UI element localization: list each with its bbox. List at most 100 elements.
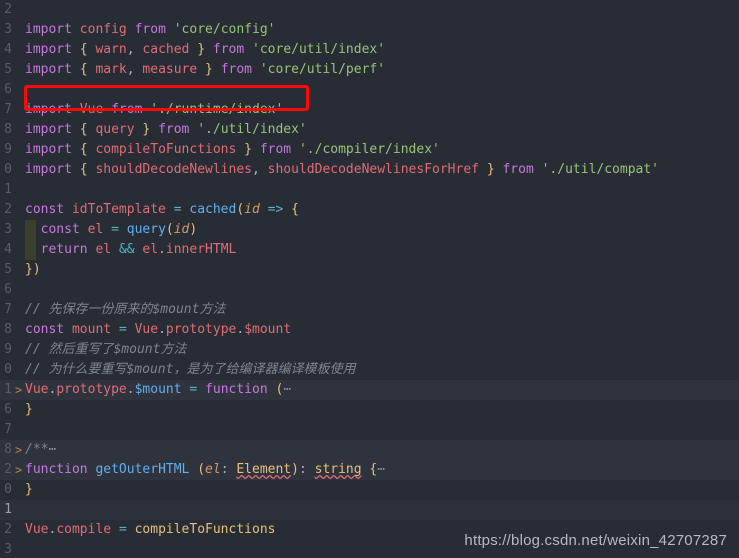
code-line[interactable]: 0} bbox=[0, 480, 739, 500]
code-line[interactable]: 4 return el && el.innerHTML bbox=[0, 240, 739, 260]
line-number: 1 bbox=[4, 382, 12, 397]
token: './compiler/index' bbox=[298, 142, 440, 157]
code-line[interactable]: 1 bbox=[0, 500, 739, 520]
token: el bbox=[87, 222, 104, 237]
code-text: return el && el.innerHTML bbox=[25, 240, 739, 260]
token: : bbox=[220, 462, 237, 477]
code-line[interactable]: 2 bbox=[0, 0, 739, 20]
line-number: 8 bbox=[4, 442, 12, 457]
token: import bbox=[25, 122, 72, 137]
token: shouldDecodeNewlines bbox=[95, 162, 252, 177]
token: import bbox=[25, 62, 72, 77]
code-editor-screenshot: 2 3 import config from 'core/config' 4 impor… bbox=[0, 0, 739, 558]
token: Vue bbox=[79, 102, 104, 117]
fold-chevron-icon[interactable]: > bbox=[15, 380, 25, 400]
line-number: 6 bbox=[4, 82, 12, 97]
token: './util/compat' bbox=[541, 162, 660, 177]
watermark-url: https://blog.csdn.net/weixin_42707287 bbox=[464, 532, 727, 549]
code-line[interactable]: 9 // 然后重写了$mount方法 bbox=[0, 340, 739, 360]
line-number: 9 bbox=[4, 342, 12, 357]
code-line[interactable]: 6 bbox=[0, 280, 739, 300]
token: . bbox=[158, 322, 166, 337]
token: query bbox=[95, 122, 135, 137]
token: from bbox=[259, 142, 292, 157]
code-line[interactable]: 6 bbox=[0, 80, 739, 100]
token: { bbox=[291, 202, 299, 217]
token: , bbox=[126, 62, 143, 77]
code-line[interactable]: 5 import { mark, measure } from 'core/uti… bbox=[0, 60, 739, 80]
line-number: 6 bbox=[4, 402, 12, 417]
token: import bbox=[25, 102, 72, 117]
token: && bbox=[118, 242, 135, 257]
token: warn bbox=[95, 42, 127, 57]
code-line[interactable]: 9 import { compileToFunctions } from './c… bbox=[0, 140, 739, 160]
fold-chevron-icon[interactable]: > bbox=[15, 460, 25, 480]
token: ⋯ bbox=[48, 442, 57, 457]
code-line[interactable]: 6} bbox=[0, 400, 739, 420]
code-line[interactable]: 8 >/**⋯ bbox=[0, 440, 739, 460]
token: './util/index' bbox=[197, 122, 307, 137]
code-line[interactable]: 3 import config from 'core/config' bbox=[0, 20, 739, 40]
code-line[interactable]: 4 import { warn, cached } from 'core/util… bbox=[0, 40, 739, 60]
line-number: 4 bbox=[4, 242, 12, 257]
token: : bbox=[298, 462, 315, 477]
editor-code-area[interactable]: 2 3 import config from 'core/config' 4 impor… bbox=[0, 0, 739, 558]
code-line[interactable]: 8 const mount = Vue.prototype.$mount bbox=[0, 320, 739, 340]
line-number: 0 bbox=[4, 162, 12, 177]
token: measure bbox=[142, 62, 198, 77]
code-text: Vue.prototype.$mount = function (⋯ bbox=[25, 380, 739, 400]
code-line[interactable]: 1 > Vue.prototype.$mount = function (⋯ bbox=[0, 380, 739, 400]
token: 'core/config' bbox=[173, 22, 276, 37]
token: = bbox=[111, 222, 119, 237]
code-text: /**⋯ bbox=[25, 440, 739, 460]
line-number: 1 bbox=[4, 502, 12, 517]
code-line[interactable]: 5}) bbox=[0, 260, 739, 280]
code-line[interactable]: 7 bbox=[0, 420, 739, 440]
token: /** bbox=[25, 442, 49, 457]
token: ( bbox=[236, 202, 245, 217]
line-number: 1 bbox=[4, 182, 12, 197]
token: Element bbox=[236, 462, 292, 477]
line-number: 5 bbox=[4, 62, 12, 77]
code-line[interactable]: 8 import { query } from './util/index' bbox=[0, 120, 739, 140]
code-line[interactable]: 7 import Vue from './runtime/index' bbox=[0, 100, 739, 120]
token: $mount bbox=[134, 382, 182, 397]
code-line[interactable]: 1 bbox=[0, 180, 739, 200]
token: from bbox=[111, 102, 143, 117]
code-line[interactable]: 0 // 为什么要重写$mount，是为了给编译器编译模板使用 bbox=[0, 360, 739, 380]
code-line[interactable]: 7 // 先保存一份原来的$mount方法 bbox=[0, 300, 739, 320]
line-number: 6 bbox=[4, 282, 12, 297]
code-line[interactable]: 3 const el = query(id) bbox=[0, 220, 739, 260]
token: . bbox=[236, 322, 245, 337]
token: { bbox=[79, 42, 88, 57]
token: ( bbox=[165, 222, 174, 237]
line-number: 8 bbox=[4, 122, 12, 137]
token: 'core/util/index' bbox=[252, 42, 386, 57]
line-number: 3 bbox=[4, 542, 12, 557]
fold-chevron-icon[interactable]: > bbox=[15, 440, 25, 460]
line-number: 3 bbox=[4, 222, 12, 237]
code-line[interactable]: 0 import { shouldDecodeNewlines, shouldDe… bbox=[0, 160, 739, 180]
token: . bbox=[158, 242, 166, 257]
code-line[interactable]: 2 const idToTemplate = cached(id => { bbox=[0, 200, 739, 220]
token: ) bbox=[291, 462, 299, 477]
token: , bbox=[126, 42, 143, 57]
token: prototype bbox=[165, 322, 237, 337]
token: { bbox=[79, 122, 88, 137]
code-line[interactable]: 2 > function getOuterHTML (el: Element): s… bbox=[0, 460, 739, 480]
